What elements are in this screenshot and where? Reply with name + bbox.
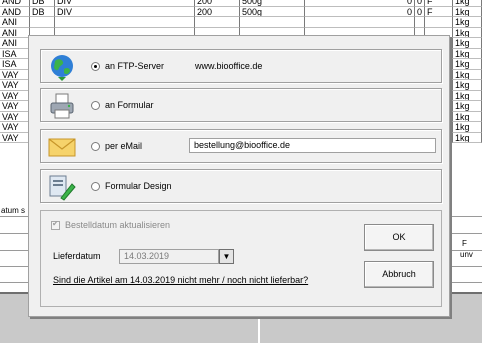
background-f-fragment: F bbox=[462, 239, 467, 248]
table-cell: ISA bbox=[0, 59, 30, 70]
table-cell: VAY bbox=[0, 69, 30, 80]
table-cell bbox=[415, 17, 425, 28]
table-cell: 200 bbox=[195, 6, 240, 17]
email-field[interactable]: bestellung@biooffice.de bbox=[189, 138, 436, 153]
design-tool-icon bbox=[49, 175, 76, 201]
table-cell bbox=[30, 17, 55, 28]
globe-icon bbox=[51, 55, 73, 81]
option-ftp-label: an FTP-Server bbox=[105, 61, 165, 71]
delivery-date-field[interactable]: 14.03.2019 bbox=[119, 249, 219, 264]
update-order-date-checkbox[interactable] bbox=[51, 219, 60, 230]
table-cell: ANI bbox=[0, 27, 30, 38]
radio-formular-design[interactable] bbox=[91, 182, 100, 191]
envelope-icon bbox=[48, 138, 76, 157]
ok-button[interactable]: OK bbox=[364, 224, 434, 251]
table-row: ANI 1kg bbox=[0, 17, 482, 28]
table-cell: 1kg bbox=[453, 6, 482, 17]
table-cell: 1kg bbox=[453, 27, 482, 38]
option-formular-label: an Formular bbox=[105, 100, 154, 110]
table-cell: VAY bbox=[0, 101, 30, 112]
background-datum-fragment: atum s bbox=[1, 206, 26, 215]
table-cell bbox=[305, 17, 415, 28]
table-row: AND DB DIV 200 500g 0 0 F 1kg bbox=[0, 6, 482, 17]
unavailable-items-link[interactable]: Sind die Artikel am 14.03.2019 nicht meh… bbox=[53, 275, 308, 285]
table-cell: DIV bbox=[55, 6, 195, 17]
table-cell: 1kg bbox=[453, 80, 482, 91]
table-cell: 1kg bbox=[453, 38, 482, 49]
option-formular-panel[interactable]: an Formular bbox=[40, 88, 442, 122]
table-cell: 1kg bbox=[453, 111, 482, 122]
table-cell: VAY bbox=[0, 122, 30, 133]
ftp-server-address: www.biooffice.de bbox=[195, 61, 263, 71]
table-cell: 1kg bbox=[453, 90, 482, 101]
radio-ftp[interactable] bbox=[91, 62, 100, 71]
table-cell: VAY bbox=[0, 90, 30, 101]
table-cell bbox=[55, 17, 195, 28]
table-cell bbox=[240, 17, 305, 28]
option-email-label: per eMail bbox=[105, 141, 143, 151]
table-cell: 0 bbox=[305, 6, 415, 17]
table-cell: F bbox=[425, 6, 453, 17]
cancel-button[interactable]: Abbruch bbox=[364, 261, 434, 288]
radio-formular[interactable] bbox=[91, 101, 100, 110]
table-cell: 1kg bbox=[453, 69, 482, 80]
table-cell: 1kg bbox=[453, 101, 482, 112]
chevron-down-icon[interactable]: ▼ bbox=[219, 249, 234, 264]
table-cell: DB bbox=[30, 6, 55, 17]
radio-email[interactable] bbox=[91, 142, 100, 151]
table-cell: VAY bbox=[0, 111, 30, 122]
table-cell: 1kg bbox=[453, 122, 482, 133]
printer-icon bbox=[50, 93, 74, 119]
table-cell: 1kg bbox=[453, 132, 482, 143]
table-cell: ANI bbox=[0, 17, 30, 28]
table-cell: 500g bbox=[240, 6, 305, 17]
background-unv-fragment: unv bbox=[460, 250, 473, 259]
table-cell: 1kg bbox=[453, 17, 482, 28]
table-cell: ISA bbox=[0, 48, 30, 59]
table-cell: AND bbox=[0, 6, 30, 17]
table-cell bbox=[425, 17, 453, 28]
order-send-dialog: an FTP-Server www.biooffice.de an Formul… bbox=[28, 35, 450, 317]
option-email-panel[interactable]: per eMail bestellung@biooffice.de bbox=[40, 129, 442, 163]
update-order-date-label: Bestelldatum aktualisieren bbox=[65, 220, 171, 230]
option-formular-design-panel[interactable]: Formular Design bbox=[40, 169, 442, 203]
table-cell bbox=[195, 17, 240, 28]
table-cell: VAY bbox=[0, 132, 30, 143]
table-cell: 1kg bbox=[453, 48, 482, 59]
table-cell: VAY bbox=[0, 80, 30, 91]
option-formular-design-label: Formular Design bbox=[105, 181, 172, 191]
delivery-date-label: Lieferdatum bbox=[53, 251, 101, 261]
table-cell: 1kg bbox=[453, 59, 482, 70]
option-ftp-panel[interactable]: an FTP-Server www.biooffice.de bbox=[40, 49, 442, 83]
table-cell: 0 bbox=[415, 6, 425, 17]
table-cell: ANI bbox=[0, 38, 30, 49]
